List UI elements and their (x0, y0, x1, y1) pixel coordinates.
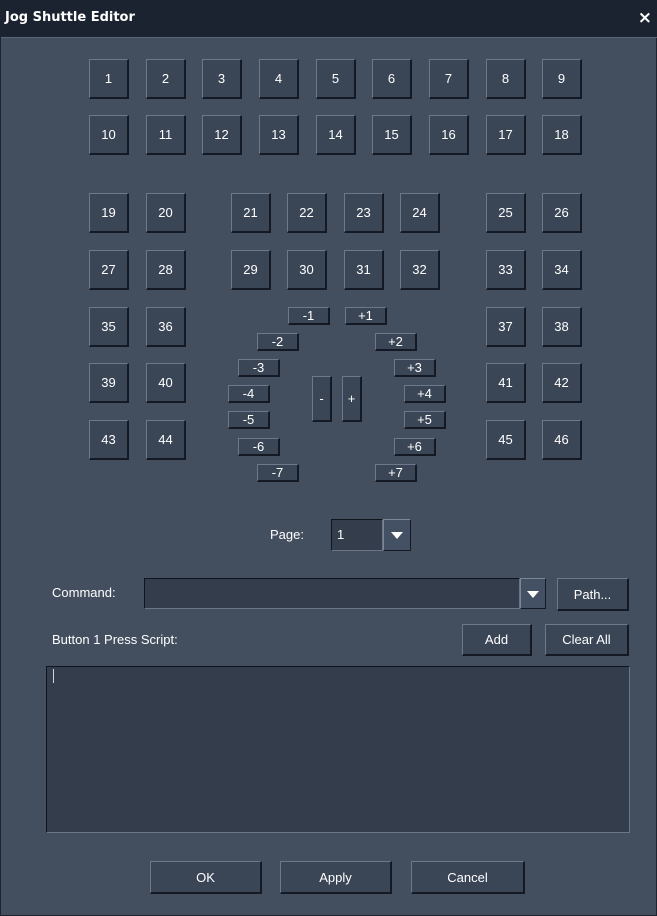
button-7[interactable]: 7 (429, 59, 469, 99)
jog-minus-3[interactable]: -3 (238, 359, 280, 377)
button-43[interactable]: 43 (89, 420, 129, 460)
button-17[interactable]: 17 (486, 115, 526, 155)
button-21[interactable]: 21 (231, 193, 271, 233)
jog-minus-6[interactable]: -6 (238, 438, 280, 456)
ok-button[interactable]: OK (150, 861, 262, 894)
jog-plus-2[interactable]: +2 (375, 333, 417, 351)
jog-plus-5[interactable]: +5 (404, 411, 446, 429)
script-label: Button 1 Press Script: (52, 632, 178, 647)
button-24[interactable]: 24 (400, 193, 440, 233)
page-label: Page: (270, 527, 304, 542)
button-45[interactable]: 45 (486, 420, 526, 460)
button-4[interactable]: 4 (259, 59, 299, 99)
jog-minus-4[interactable]: -4 (228, 385, 270, 403)
chevron-down-icon[interactable] (520, 578, 546, 609)
jog-minus-2[interactable]: -2 (257, 333, 299, 351)
shuttle-minus-button[interactable]: - (312, 376, 332, 422)
button-29[interactable]: 29 (231, 250, 271, 290)
button-32[interactable]: 32 (400, 250, 440, 290)
button-11[interactable]: 11 (146, 115, 186, 155)
jog-plus-4[interactable]: +4 (404, 385, 446, 403)
cancel-button[interactable]: Cancel (411, 861, 525, 894)
button-38[interactable]: 38 (542, 307, 582, 347)
jog-minus-7[interactable]: -7 (257, 464, 299, 482)
button-2[interactable]: 2 (146, 59, 186, 99)
button-34[interactable]: 34 (542, 250, 582, 290)
button-30[interactable]: 30 (287, 250, 327, 290)
button-19[interactable]: 19 (89, 193, 129, 233)
button-27[interactable]: 27 (89, 250, 129, 290)
jog-plus-1[interactable]: +1 (345, 307, 387, 325)
title-bar: Jog Shuttle Editor × (1, 1, 657, 38)
script-editor[interactable] (46, 666, 630, 833)
button-37[interactable]: 37 (486, 307, 526, 347)
button-39[interactable]: 39 (89, 363, 129, 403)
button-46[interactable]: 46 (542, 420, 582, 460)
button-9[interactable]: 9 (542, 59, 582, 99)
button-13[interactable]: 13 (259, 115, 299, 155)
add-button[interactable]: Add (462, 624, 532, 656)
button-42[interactable]: 42 (542, 363, 582, 403)
jog-plus-3[interactable]: +3 (394, 359, 436, 377)
button-41[interactable]: 41 (486, 363, 526, 403)
button-23[interactable]: 23 (344, 193, 384, 233)
button-1[interactable]: 1 (89, 59, 129, 99)
shuttle-plus-button[interactable]: + (342, 376, 362, 422)
jog-minus-5[interactable]: -5 (228, 411, 270, 429)
button-33[interactable]: 33 (486, 250, 526, 290)
command-label: Command: (52, 585, 116, 600)
button-31[interactable]: 31 (344, 250, 384, 290)
jog-minus-1[interactable]: -1 (288, 307, 330, 325)
button-25[interactable]: 25 (486, 193, 526, 233)
button-5[interactable]: 5 (316, 59, 356, 99)
window-title: Jog Shuttle Editor (5, 10, 135, 25)
button-15[interactable]: 15 (372, 115, 412, 155)
button-3[interactable]: 3 (202, 59, 242, 99)
jog-shuttle-editor-window: Jog Shuttle Editor × 1 2 3 4 5 6 7 8 9 1… (0, 0, 657, 916)
button-28[interactable]: 28 (146, 250, 186, 290)
button-20[interactable]: 20 (146, 193, 186, 233)
page-select[interactable]: 1 (331, 519, 383, 551)
close-icon[interactable]: × (638, 8, 652, 28)
path-button[interactable]: Path... (557, 578, 629, 611)
page-value: 1 (337, 527, 345, 542)
button-44[interactable]: 44 (146, 420, 186, 460)
button-6[interactable]: 6 (372, 59, 412, 99)
button-12[interactable]: 12 (202, 115, 242, 155)
jog-plus-6[interactable]: +6 (394, 438, 436, 456)
command-combo[interactable] (144, 578, 520, 609)
button-18[interactable]: 18 (542, 115, 582, 155)
button-35[interactable]: 35 (89, 307, 129, 347)
chevron-down-icon[interactable] (383, 519, 411, 551)
button-14[interactable]: 14 (316, 115, 356, 155)
jog-plus-7[interactable]: +7 (375, 464, 417, 482)
text-caret (53, 669, 54, 683)
button-16[interactable]: 16 (429, 115, 469, 155)
button-26[interactable]: 26 (542, 193, 582, 233)
button-40[interactable]: 40 (146, 363, 186, 403)
button-22[interactable]: 22 (287, 193, 327, 233)
clear-all-button[interactable]: Clear All (545, 624, 629, 656)
button-8[interactable]: 8 (486, 59, 526, 99)
apply-button[interactable]: Apply (280, 861, 392, 894)
button-10[interactable]: 10 (89, 115, 129, 155)
button-36[interactable]: 36 (146, 307, 186, 347)
